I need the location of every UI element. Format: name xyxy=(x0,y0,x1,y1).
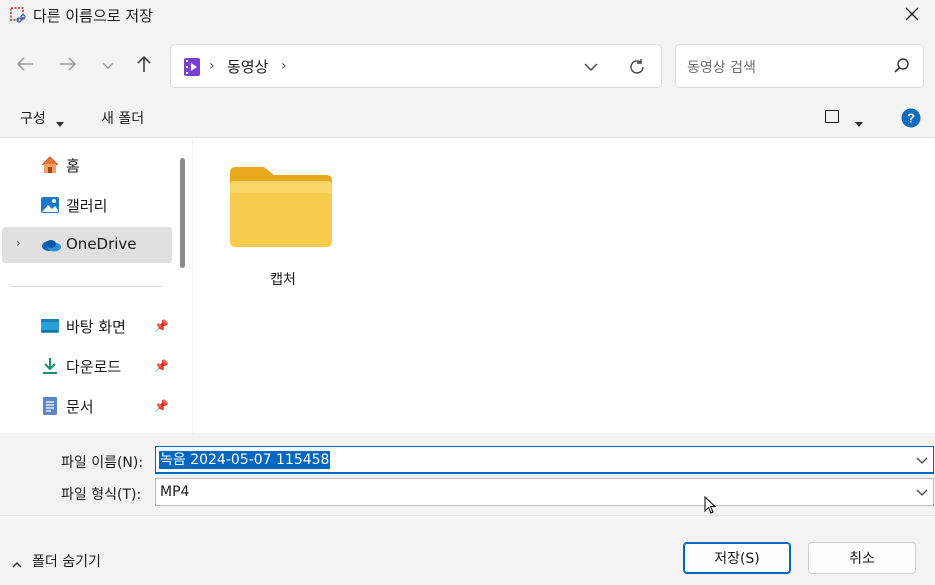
new-folder-button[interactable]: 새 폴더 xyxy=(101,108,144,128)
folder-name: 캡처 xyxy=(270,272,296,288)
sidebar-item-desktop[interactable]: 바탕 화면 📌 xyxy=(2,308,172,344)
pin-icon: 📌 xyxy=(154,399,169,413)
gallery-icon xyxy=(40,196,60,214)
organize-button[interactable]: 구성 xyxy=(20,108,46,128)
breadcrumb-separator-icon: › xyxy=(209,58,215,74)
title-bar: 다른 이름으로 저장 xyxy=(0,0,935,34)
pin-icon: 📌 xyxy=(154,359,169,373)
save-options-panel: 파일 이름(N): 녹음 2024-05-07 115458 파일 형식(T):… xyxy=(0,433,935,585)
sidebar-item-label: 홈 xyxy=(66,157,80,175)
view-options-caret-icon[interactable] xyxy=(855,115,863,131)
home-icon xyxy=(40,156,60,174)
sidebar-item-label: 갤러리 xyxy=(66,197,108,215)
caret-down-icon[interactable] xyxy=(56,115,64,131)
address-bar[interactable]: › 동영상 › xyxy=(170,44,662,88)
sidebar-item-gallery[interactable]: 갤러리 xyxy=(2,187,172,223)
filetype-select[interactable]: MP4 xyxy=(155,478,934,506)
close-icon xyxy=(905,7,919,25)
chevron-down-icon xyxy=(102,58,114,74)
snipping-tool-icon xyxy=(9,6,27,24)
search-input[interactable]: 동영상 검색 xyxy=(687,57,756,77)
filetype-value: MP4 xyxy=(160,484,190,500)
sidebar-item-downloads[interactable]: 다운로드 📌 xyxy=(2,348,172,384)
breadcrumb-videos[interactable]: 동영상 xyxy=(227,56,268,77)
search-box[interactable]: 동영상 검색 xyxy=(675,44,924,88)
chevron-down-icon[interactable] xyxy=(915,485,929,499)
pin-icon: 📌 xyxy=(154,319,169,333)
address-dropdown-button[interactable] xyxy=(581,57,601,77)
arrow-up-icon xyxy=(136,55,152,77)
desktop-icon xyxy=(40,317,60,335)
up-button[interactable] xyxy=(129,51,159,81)
sidebar-item-onedrive[interactable]: › OneDrive xyxy=(2,227,172,263)
breadcrumb-chevron-icon[interactable]: › xyxy=(281,58,287,74)
sidebar-divider xyxy=(10,286,162,287)
navigation-bar: › 동영상 › 동영상 검색 xyxy=(0,34,935,98)
expand-chevron-icon[interactable]: › xyxy=(16,236,21,250)
sidebar-item-home[interactable]: 홈 xyxy=(2,147,172,183)
videos-folder-icon xyxy=(183,57,201,77)
close-button[interactable] xyxy=(889,0,935,32)
arrow-left-icon xyxy=(16,56,34,76)
folder-icon xyxy=(228,163,334,253)
nav-pane-scrollbar[interactable] xyxy=(180,158,185,268)
sidebar-item-label: 문서 xyxy=(66,398,94,416)
help-icon[interactable]: ? xyxy=(901,108,921,132)
filename-input[interactable]: 녹음 2024-05-07 115458 xyxy=(159,451,331,469)
download-icon xyxy=(40,357,60,375)
documents-icon xyxy=(40,397,60,415)
recent-locations-button[interactable] xyxy=(93,51,123,81)
svg-text:?: ? xyxy=(907,111,915,126)
search-icon[interactable] xyxy=(893,57,911,75)
window-title: 다른 이름으로 저장 xyxy=(33,7,153,25)
onedrive-icon xyxy=(40,236,61,254)
filetype-label: 파일 형식(T): xyxy=(61,487,142,503)
navigation-pane: 홈 갤러리 › OneDrive 바탕 화면 📌 다운로드 📌 문서 📌 xyxy=(0,138,192,433)
chevron-up-icon[interactable] xyxy=(12,556,22,572)
forward-button[interactable] xyxy=(53,51,83,81)
cancel-button[interactable]: 취소 xyxy=(808,542,916,574)
divider xyxy=(0,515,935,516)
folder-item-captures[interactable]: 캡처 xyxy=(223,158,343,298)
arrow-right-icon xyxy=(59,56,77,76)
sidebar-item-label: 다운로드 xyxy=(66,358,122,376)
sidebar-item-label: OneDrive xyxy=(66,235,137,253)
sidebar-item-documents[interactable]: 문서 📌 xyxy=(2,388,172,424)
refresh-icon[interactable] xyxy=(626,56,648,78)
back-button[interactable] xyxy=(10,51,40,81)
filename-field[interactable]: 녹음 2024-05-07 115458 xyxy=(155,446,934,474)
hide-folders-button[interactable]: 폴더 숨기기 xyxy=(32,551,101,571)
sidebar-item-label: 바탕 화면 xyxy=(66,318,126,336)
filename-label: 파일 이름(N): xyxy=(61,455,144,471)
save-button[interactable]: 저장(S) xyxy=(683,542,791,574)
view-layout-icon[interactable] xyxy=(825,110,839,123)
chevron-down-icon[interactable] xyxy=(915,453,929,467)
mouse-cursor-icon xyxy=(704,495,718,516)
file-list: 캡처 xyxy=(193,138,935,433)
command-bar: 구성 새 폴더 xyxy=(0,98,935,138)
